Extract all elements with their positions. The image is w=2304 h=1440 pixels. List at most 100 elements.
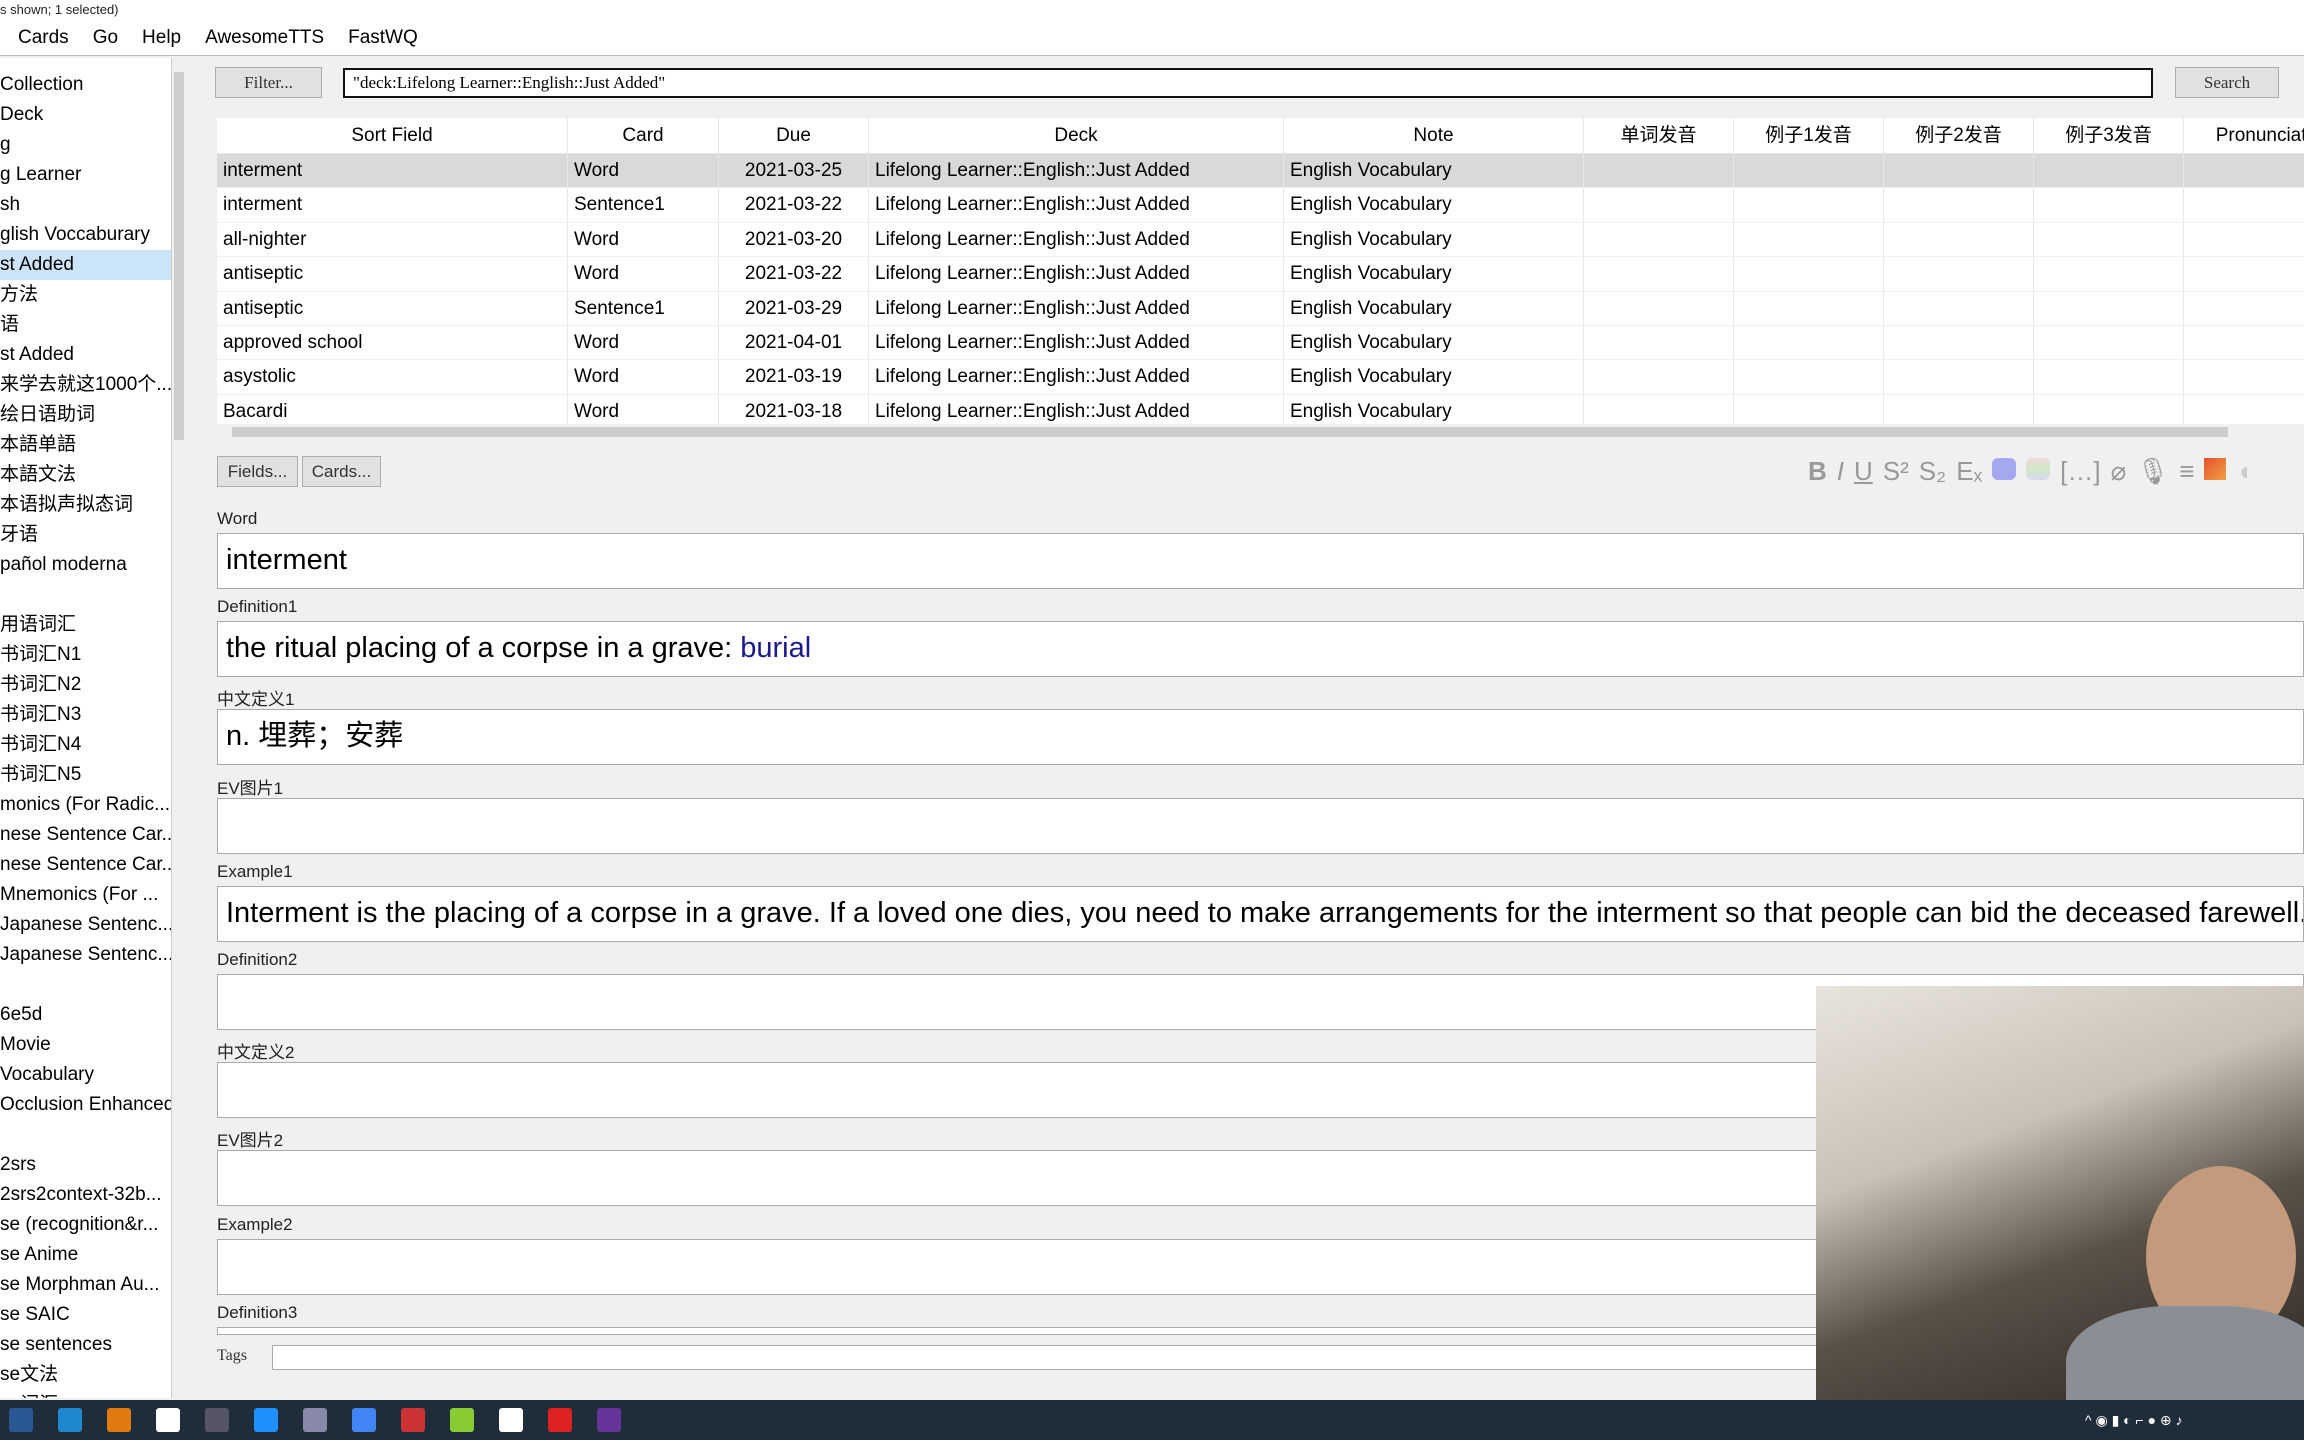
table-row[interactable]: asystolic Word 2021-03-19 Lifelong Learner:… [217,360,2304,395]
column-header[interactable]: 单词发音 [1584,118,1734,153]
underline-icon[interactable]: U [1854,456,1873,487]
menu-fastwq[interactable]: FastWQ [336,27,430,49]
field-link[interactable]: burial [740,632,811,664]
search-input[interactable]: "deck:Lifelong Learner::English::Just Ad… [343,68,2153,98]
sidebar-deck-item[interactable]: 本語文法 [0,460,171,490]
sidebar-deck-item[interactable]: se sentences [0,1330,171,1360]
sidebar-deck-item[interactable]: Deck [0,100,171,130]
sidebar-deck-item[interactable]: glish Voccaburary [0,220,171,250]
dictionary-icon[interactable] [58,1408,82,1432]
sidebar-scrollbar-thumb[interactable] [174,72,184,440]
subscript-icon[interactable]: S₂ [1919,456,1946,487]
sidebar-deck-item[interactable]: se SAIC [0,1300,171,1330]
fields-button[interactable]: Fields... [217,456,298,487]
sidebar-deck-item[interactable]: 来学去就这1000个... [0,370,171,400]
sidebar-deck-item[interactable]: nese Sentence Car... [0,820,171,850]
field-editor[interactable]: interment [217,533,2304,589]
sidebar-deck-item[interactable]: 书词汇N3 [0,700,171,730]
column-header[interactable]: 例子2发音 [1884,118,2034,153]
table-row[interactable]: Bacardi Word 2021-03-18 Lifelong Learner::E… [217,394,2304,424]
sidebar-deck-item[interactable]: 用语词汇 [0,610,171,640]
sidebar-deck-item[interactable]: 2srs [0,1150,171,1180]
bold-icon[interactable]: B [1808,456,1827,487]
sidebar-deck-item[interactable]: 书词汇N5 [0,760,171,790]
menu-help[interactable]: Help [130,27,193,49]
chrome-icon[interactable] [352,1408,376,1432]
sidebar-deck-item[interactable]: 语 [0,310,171,340]
sidebar-deck-item[interactable]: pañol moderna [0,550,171,580]
sidebar-deck-item[interactable]: 书词汇N4 [0,730,171,760]
sidebar-deck-item[interactable]: nese Sentence Car... [0,850,171,880]
menu-cards[interactable]: Cards [0,27,81,49]
table-row[interactable]: interment Word 2021-03-25 Lifelong Learner:… [217,154,2304,189]
sidebar-deck-item[interactable] [0,580,171,610]
sidebar-deck-item[interactable]: 本语拟声拟态词 [0,490,171,520]
sidebar-deck-item[interactable]: 书词汇N1 [0,640,171,670]
column-header[interactable]: 例子3发音 [2034,118,2184,153]
superscript-icon[interactable]: S² [1883,456,1909,487]
more-icon[interactable]: ≡ [2179,456,2194,487]
cloze-icon[interactable]: […] [2060,456,2100,487]
image-occlusion-icon[interactable] [2204,456,2227,487]
table-row[interactable]: antiseptic Word 2021-03-22 Lifelong Learner… [217,257,2304,292]
field-editor[interactable]: the ritual placing of a corpse in a grav… [217,621,2304,678]
sidebar-deck-item[interactable]: st Added [0,340,171,370]
sidebar-deck-item[interactable]: Collection [0,70,171,100]
sidebar-deck-item[interactable]: Japanese Sentenc... [0,910,171,940]
sidebar-deck-item[interactable]: 绘日语助词 [0,400,171,430]
sidebar-deck-item[interactable]: monics (For Radic... [0,790,171,820]
sidebar-deck-item[interactable]: 牙语 [0,520,171,550]
column-header[interactable]: 例子1发音 [1734,118,1884,153]
column-header[interactable]: Pronunciatio [2184,118,2304,153]
app-red-icon[interactable] [401,1408,425,1432]
sidebar-deck-item[interactable]: se文法 [0,1360,171,1390]
sidebar-deck-item[interactable]: se Anime [0,1240,171,1270]
sidebar-deck-item[interactable]: Mnemonics (For ... [0,880,171,910]
sidebar-deck-item[interactable]: se Morphman Au... [0,1270,171,1300]
obs-icon[interactable] [597,1408,621,1432]
highlight-color-icon[interactable] [2026,456,2051,487]
app-s-icon[interactable] [254,1408,278,1432]
table-row[interactable]: interment Sentence1 2021-03-22 Lifelong Lea… [217,188,2304,223]
filter-button[interactable]: Filter... [215,67,322,98]
field-editor[interactable]: Interment is the placing of a corpse in … [217,885,2304,942]
anki-icon[interactable] [205,1408,229,1432]
sidebar-deck-item[interactable]: 方法 [0,280,171,310]
cards-button[interactable]: Cards... [302,456,381,487]
sidebar-deck-item[interactable]: sh [0,190,171,220]
sidebar-deck-item[interactable]: Movie [0,1030,171,1060]
menu-awesometts[interactable]: AwesomeTTS [193,27,336,49]
sidebar-deck-item[interactable]: 6e5d [0,1000,171,1030]
word-icon[interactable] [9,1408,33,1432]
record-icon[interactable] [548,1408,572,1432]
menu-go[interactable]: Go [81,27,130,49]
sidebar-deck-item[interactable]: Japanese Sentenc... [0,940,171,970]
sidebar-deck-item[interactable]: se (recognition&r... [0,1210,171,1240]
clear-format-icon[interactable]: Eₓ [1956,456,1982,487]
sidebar-deck-item[interactable]: se词汇 [0,1390,171,1398]
sidebar-deck-item[interactable]: Occlusion Enhanced [0,1090,171,1120]
table-row[interactable]: antiseptic Sentence1 2021-03-29 Lifelong Le… [217,291,2304,326]
column-header[interactable]: Sort Field [217,118,568,153]
sidebar-deck-item[interactable]: g Learner [0,160,171,190]
column-header[interactable]: Card [568,118,719,153]
attach-icon[interactable]: ⌀ [2111,456,2127,487]
sidebar-deck-item[interactable]: Vocabulary [0,1060,171,1090]
column-header[interactable]: Due [719,118,869,153]
sidebar-deck-item[interactable] [0,970,171,1000]
search-app-icon[interactable] [107,1408,131,1432]
text-color-icon[interactable] [1992,456,2017,487]
search-button[interactable]: Search [2175,67,2279,98]
misc-icon[interactable]: ◖ [2236,456,2252,487]
table-scrollbar-thumb[interactable] [232,427,2228,437]
record-icon[interactable]: 🎙 [2136,456,2169,487]
sidebar-deck-item[interactable]: 书词汇N2 [0,670,171,700]
sidebar-deck-item[interactable]: g [0,130,171,160]
sidebar-deck-item[interactable]: 本語单語 [0,430,171,460]
column-header[interactable]: Note [1284,118,1584,153]
table-row[interactable]: all-nighter Word 2021-03-20 Lifelong Learne… [217,222,2304,258]
sidebar-deck-item[interactable]: st Added [0,250,171,280]
app-green-icon[interactable] [450,1408,474,1432]
column-header[interactable]: Deck [869,118,1284,153]
app-s-circle-icon[interactable] [499,1408,523,1432]
